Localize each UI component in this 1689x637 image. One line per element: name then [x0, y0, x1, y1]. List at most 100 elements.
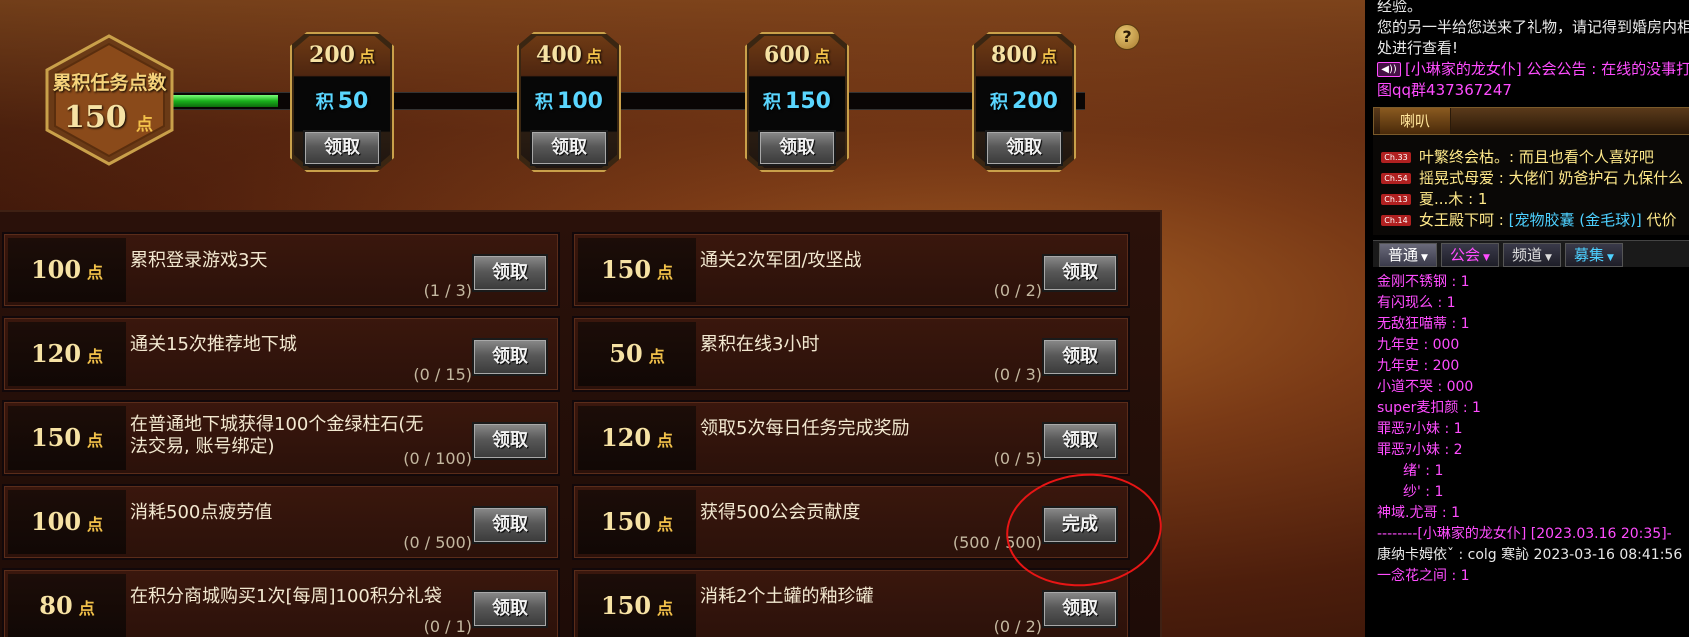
guild-announcement: ◀)) [小琳家的龙女仆] 公会公告 : 在线的没事打: [1365, 59, 1689, 80]
quest-points: 150 点: [578, 574, 696, 637]
claim-quest-button[interactable]: 领取: [472, 338, 548, 376]
tab-guild[interactable]: 公会 ▼: [1441, 243, 1499, 267]
quest-progress: (0 / 2): [993, 617, 1042, 636]
chat-message: 康纳卡姆依ˇ : colg 寒訫 2023-03-16 08:41:56: [1377, 547, 1683, 563]
claim-milestone-button[interactable]: 领取: [758, 130, 836, 166]
chat-message: 罪恶ｦ小妹 : 1: [1377, 421, 1463, 437]
total-points-value: 150: [64, 100, 127, 135]
horn-message: Ch.54 摇晃式母爱 : 大佬们 奶爸护石 九保什么: [1381, 168, 1683, 188]
system-message: 处进行查看!: [1377, 39, 1459, 57]
tab-recruit[interactable]: 募集 ▼: [1565, 243, 1623, 267]
quest-points: 150 点: [578, 238, 696, 302]
quest-description: 通关2次军团/攻坚战: [700, 250, 862, 271]
milestone-reward: 积 200: [990, 89, 1058, 114]
system-messages: 经验。 您的另一半给您送来了礼物，请记得到婚房内相关 处进行查看! ◀)) [小琳…: [1365, 0, 1689, 104]
quest-progress: (0 / 15): [413, 365, 472, 384]
quest-progress: (1 / 3): [423, 281, 472, 300]
quest-description: 累积在线3小时: [700, 334, 820, 355]
milestone-points: 400 点: [536, 42, 602, 68]
milestone-reward: 积 150: [763, 89, 831, 114]
claim-milestone-button[interactable]: 领取: [985, 130, 1063, 166]
chat-message: 绪' : 1: [1403, 463, 1444, 479]
claim-quest-button[interactable]: 领取: [1042, 590, 1118, 628]
total-points-unit: 点: [136, 115, 153, 135]
channel-badge: Ch.33: [1381, 152, 1411, 163]
chat-message: 有闪现么 : 1: [1377, 295, 1456, 311]
quest-progress: (0 / 1): [423, 617, 472, 636]
quest-description: 领取5次每日任务完成奖励: [700, 418, 910, 439]
chat-message: 九年史 : 200: [1377, 358, 1460, 374]
help-icon[interactable]: ?: [1114, 24, 1140, 50]
chat-message: 小道不哭 : 000: [1377, 379, 1474, 395]
caret-down-icon: ▼: [1545, 253, 1552, 263]
claim-quest-button[interactable]: 领取: [472, 506, 548, 544]
quest-row: 120 点 领取5次每日任务完成奖励 (0 / 5) 领取: [572, 400, 1130, 476]
quest-description: 累积登录游戏3天: [130, 250, 268, 271]
caret-down-icon: ▼: [1483, 253, 1490, 263]
quest-points: 150 点: [8, 406, 126, 470]
horn-messages: Ch.33 叶繁终会枯。: 而且也看个人喜好吧 Ch.54 摇晃式母爱 : 大佬们 …: [1373, 135, 1689, 235]
chat-message: 罪恶ｦ小妹 : 2: [1377, 442, 1463, 458]
quest-progress: (0 / 3): [993, 365, 1042, 384]
channel-tab-bar: 普通 ▼ 公会 ▼ 频道 ▼ 募集 ▼: [1373, 240, 1689, 267]
milestone-points: 200 点: [309, 42, 375, 68]
quest-description: 消耗500点疲劳值: [130, 502, 273, 523]
channel-badge: Ch.14: [1381, 215, 1411, 226]
chat-message: --------[小琳家的龙女仆] [2023.03.16 20:35]-: [1377, 526, 1672, 542]
chat-messages: 金刚不锈钢 : 1 有闪现么 : 1 无敌狂喵蒂 : 1 九年史 : 000 九…: [1365, 270, 1689, 610]
tab-normal[interactable]: 普通 ▼: [1379, 243, 1437, 267]
item-link[interactable]: [宠物胶囊 (金毛球)]: [1509, 211, 1642, 229]
quest-row: 100 点 消耗500点疲劳值 (0 / 500) 领取: [2, 484, 560, 560]
caret-down-icon: ▼: [1607, 253, 1614, 263]
claim-milestone-button[interactable]: 领取: [530, 130, 608, 166]
channel-badge: Ch.54: [1381, 173, 1411, 184]
quest-points: 150 点: [578, 490, 696, 554]
quest-points: 80 点: [8, 574, 126, 637]
quest-progress: (0 / 2): [993, 281, 1042, 300]
milestone-points: 600 点: [764, 42, 830, 68]
milestone-400: 400 点 积 100 领取: [517, 32, 621, 172]
caret-down-icon: ▼: [1421, 253, 1428, 263]
quest-progress: (0 / 5): [993, 449, 1042, 468]
claim-quest-button[interactable]: 领取: [472, 254, 548, 292]
chat-message: 九年史 : 000: [1377, 337, 1460, 353]
milestone-200: 200 点 积 50 领取: [290, 32, 394, 172]
claim-quest-button[interactable]: 领取: [472, 422, 548, 460]
tab-channel[interactable]: 频道 ▼: [1503, 243, 1561, 267]
points-progress-fill: [165, 95, 279, 107]
quest-description: 在积分商城购买1次[每周]100积分礼袋: [130, 586, 442, 607]
claim-quest-button[interactable]: 领取: [1042, 254, 1118, 292]
milestone-600: 600 点 积 150 领取: [745, 32, 849, 172]
claim-quest-button[interactable]: 领取: [1042, 338, 1118, 376]
horn-message: Ch.33 叶繁终会枯。: 而且也看个人喜好吧: [1381, 147, 1654, 167]
speaker-icon: ◀)): [1377, 62, 1401, 77]
system-message: 经验。: [1377, 0, 1423, 15]
tab-horn[interactable]: 喇叭: [1380, 108, 1451, 134]
total-points-badge: 累积任务点数 150 点: [42, 34, 177, 166]
quest-points: 50 点: [578, 322, 696, 386]
claim-quest-button[interactable]: 领取: [1042, 422, 1118, 460]
milestone-reward: 积 100: [535, 89, 603, 114]
channel-badge: Ch.13: [1381, 194, 1411, 205]
horn-message: Ch.14 女王殿下呵 : [宠物胶囊 (金毛球)] 代价: [1381, 210, 1677, 230]
quest-row: 50 点 累积在线3小时 (0 / 3) 领取: [572, 316, 1130, 392]
quest-row: 150 点 在普通地下城获得100个金绿柱石(无法交易, 账号绑定) (0 / 1…: [2, 400, 560, 476]
milestone-800: 800 点 积 200 领取: [972, 32, 1076, 172]
claim-quest-button[interactable]: 领取: [472, 590, 548, 628]
total-points-label: 累积任务点数: [52, 72, 167, 94]
quest-description: 通关15次推荐地下城: [130, 334, 297, 355]
horn-message: Ch.13 夏...木 : 1: [1381, 189, 1487, 209]
quest-points: 120 点: [8, 322, 126, 386]
chat-message: 无敌狂喵蒂 : 1: [1377, 316, 1470, 332]
quest-points: 100 点: [8, 490, 126, 554]
milestone-points: 800 点: [991, 42, 1057, 68]
chat-message: 纱' : 1: [1403, 484, 1444, 500]
chat-message: 神域.尤哥 : 1: [1377, 505, 1460, 521]
quest-description: 获得500公会贡献度: [700, 502, 861, 523]
quest-points: 100 点: [8, 238, 126, 302]
quest-row: 80 点 在积分商城购买1次[每周]100积分礼袋 (0 / 1) 领取: [2, 568, 560, 637]
system-message: 您的另一半给您送来了礼物，请记得到婚房内相关: [1377, 18, 1689, 36]
claim-milestone-button[interactable]: 领取: [303, 130, 381, 166]
quest-row: 150 点 通关2次军团/攻坚战 (0 / 2) 领取: [572, 232, 1130, 308]
milestone-reward: 积 50: [315, 89, 369, 114]
